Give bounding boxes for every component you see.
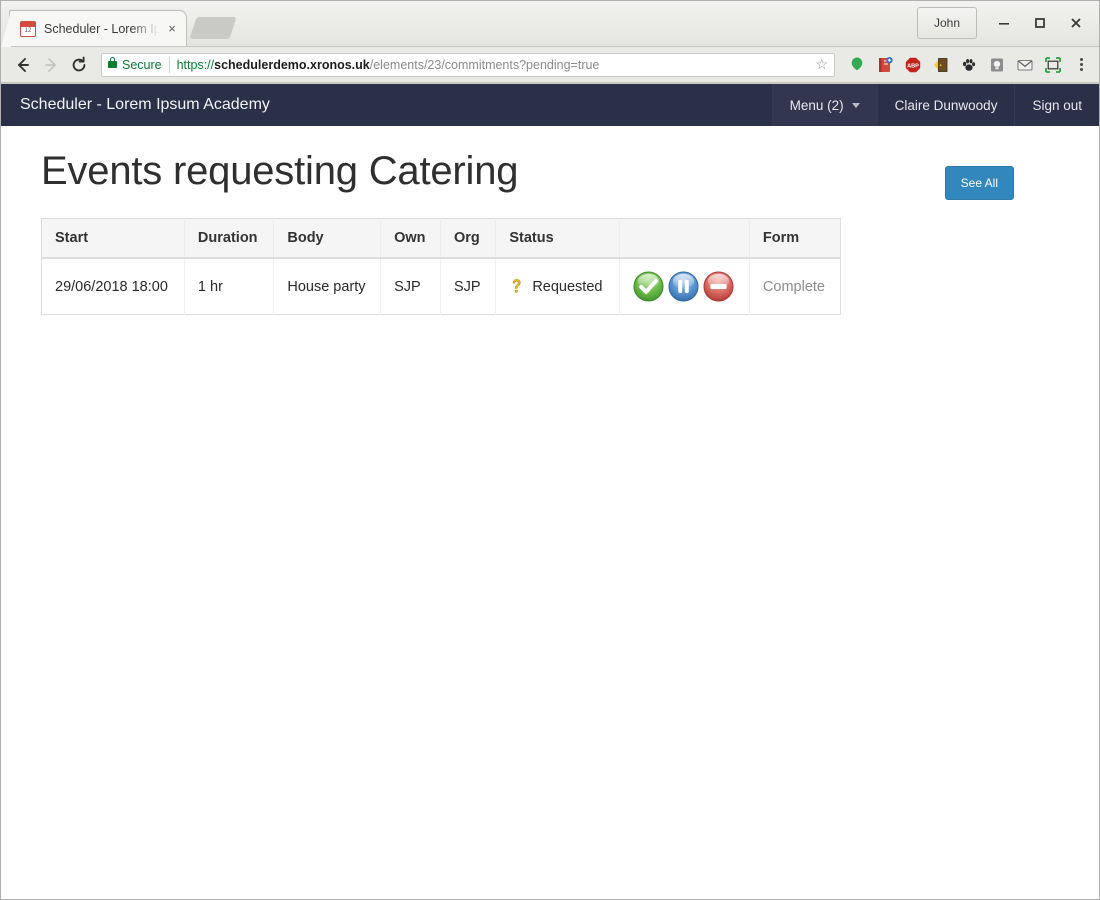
lightbulb-icon[interactable] [985,53,1009,77]
tab-title: Scheduler - Lorem Ipsum Academy [44,21,164,36]
table-header: Start Duration Body Own Org Status Form [41,218,841,260]
table-header-row: Start Duration Body Own Org Status Form [41,218,841,260]
url-path: /elements/23/commitments?pending=true [369,57,600,72]
omnibox-divider [168,56,170,73]
status-label: Requested [532,278,603,295]
cell-actions [619,258,750,315]
page-viewport: Scheduler - Lorem Ipsum Academy Menu (2)… [1,83,1099,896]
svg-text:ABP: ABP [907,63,919,69]
cell-start: 29/06/2018 18:00 [41,258,185,315]
new-tab-button[interactable] [189,17,237,39]
column-header-status[interactable]: Status [495,218,621,260]
app-brand[interactable]: Scheduler - Lorem Ipsum Academy [1,84,285,126]
forward-arrow-icon [37,51,65,79]
envelope-icon[interactable] [1013,53,1037,77]
door-icon[interactable] [929,53,953,77]
see-all-button[interactable]: See All [944,166,1014,200]
maximize-icon[interactable] [1023,8,1057,38]
tab-close-icon[interactable]: × [164,21,180,37]
cell-status: Requested [495,258,621,315]
action-buttons [633,271,736,302]
url-scheme: https:// [176,57,215,72]
tab-strip: Scheduler - Lorem Ipsum Academy × [1,6,237,47]
browser-toolbar: Secure https://schedulerdemo.xronos.uk/e… [1,47,1099,83]
profile-button[interactable]: John [917,7,977,39]
star-icon[interactable]: ☆ [815,56,828,73]
calendar-icon [20,20,36,37]
form-complete-link[interactable]: Complete [763,279,825,295]
column-header-start[interactable]: Start [41,218,185,260]
url-host: schedulerdemo.xronos.uk [214,57,370,72]
nav-menu[interactable]: Menu (2) [771,84,877,126]
close-icon[interactable] [1059,8,1093,38]
lock-icon [108,57,117,68]
hold-button[interactable] [668,271,699,302]
cell-own: SJP [380,258,441,315]
column-header-actions [619,218,750,260]
cell-org: SJP [440,258,497,315]
question-mark-icon [513,279,521,293]
back-arrow-icon[interactable] [9,51,37,79]
browser-window: Scheduler - Lorem Ipsum Academy × John [0,0,1100,900]
window-controls: John [917,7,1093,39]
screenshot-frame-icon[interactable] [1041,53,1065,77]
commitments-table: Start Duration Body Own Org Status Form … [41,218,841,316]
column-header-body[interactable]: Body [273,218,382,260]
column-header-duration[interactable]: Duration [184,218,275,260]
nav-menu-label: Menu (2) [789,97,844,113]
app-header: Scheduler - Lorem Ipsum Academy Menu (2)… [1,84,1099,126]
adblock-plus-icon[interactable]: ABP [901,53,925,77]
chevron-down-icon [851,102,860,108]
chrome-menu-icon[interactable] [1071,53,1091,77]
bookmark-manager-icon[interactable] [873,53,897,77]
window-bottom-edge [1,896,1099,899]
page-content: Events requesting Catering See All Start… [1,126,1099,316]
cell-form: Complete [749,258,840,315]
approve-button[interactable] [633,271,664,302]
column-header-org[interactable]: Org [440,218,497,260]
app-nav: Menu (2) Claire Dunwoody Sign out [771,84,1099,126]
cell-body: House party [273,258,382,315]
column-header-own[interactable]: Own [380,218,441,260]
balloon-icon[interactable] [845,53,869,77]
cell-duration: 1 hr [184,258,275,315]
nav-user[interactable]: Claire Dunwoody [876,84,1015,126]
browser-tab[interactable]: Scheduler - Lorem Ipsum Academy × [1,10,187,47]
paw-icon[interactable] [957,53,981,77]
address-bar[interactable]: Secure https://schedulerdemo.xronos.uk/e… [101,52,835,77]
page-title: Events requesting Catering [41,149,519,193]
table-row[interactable]: 29/06/2018 18:00 1 hr House party SJP SJ… [41,258,841,315]
nav-signout[interactable]: Sign out [1014,84,1099,126]
browser-titlebar: Scheduler - Lorem Ipsum Academy × John [1,1,1099,47]
table-body: 29/06/2018 18:00 1 hr House party SJP SJ… [41,258,841,315]
minimize-icon[interactable] [987,8,1021,38]
security-label: Secure [122,57,162,72]
url-text: https://schedulerdemo.xronos.uk/elements… [177,58,600,72]
reject-button[interactable] [703,271,734,302]
page-header: Events requesting Catering See All [41,148,1059,200]
column-header-form[interactable]: Form [749,218,841,260]
status-badge: Requested [509,278,606,295]
reload-icon[interactable] [65,51,93,79]
